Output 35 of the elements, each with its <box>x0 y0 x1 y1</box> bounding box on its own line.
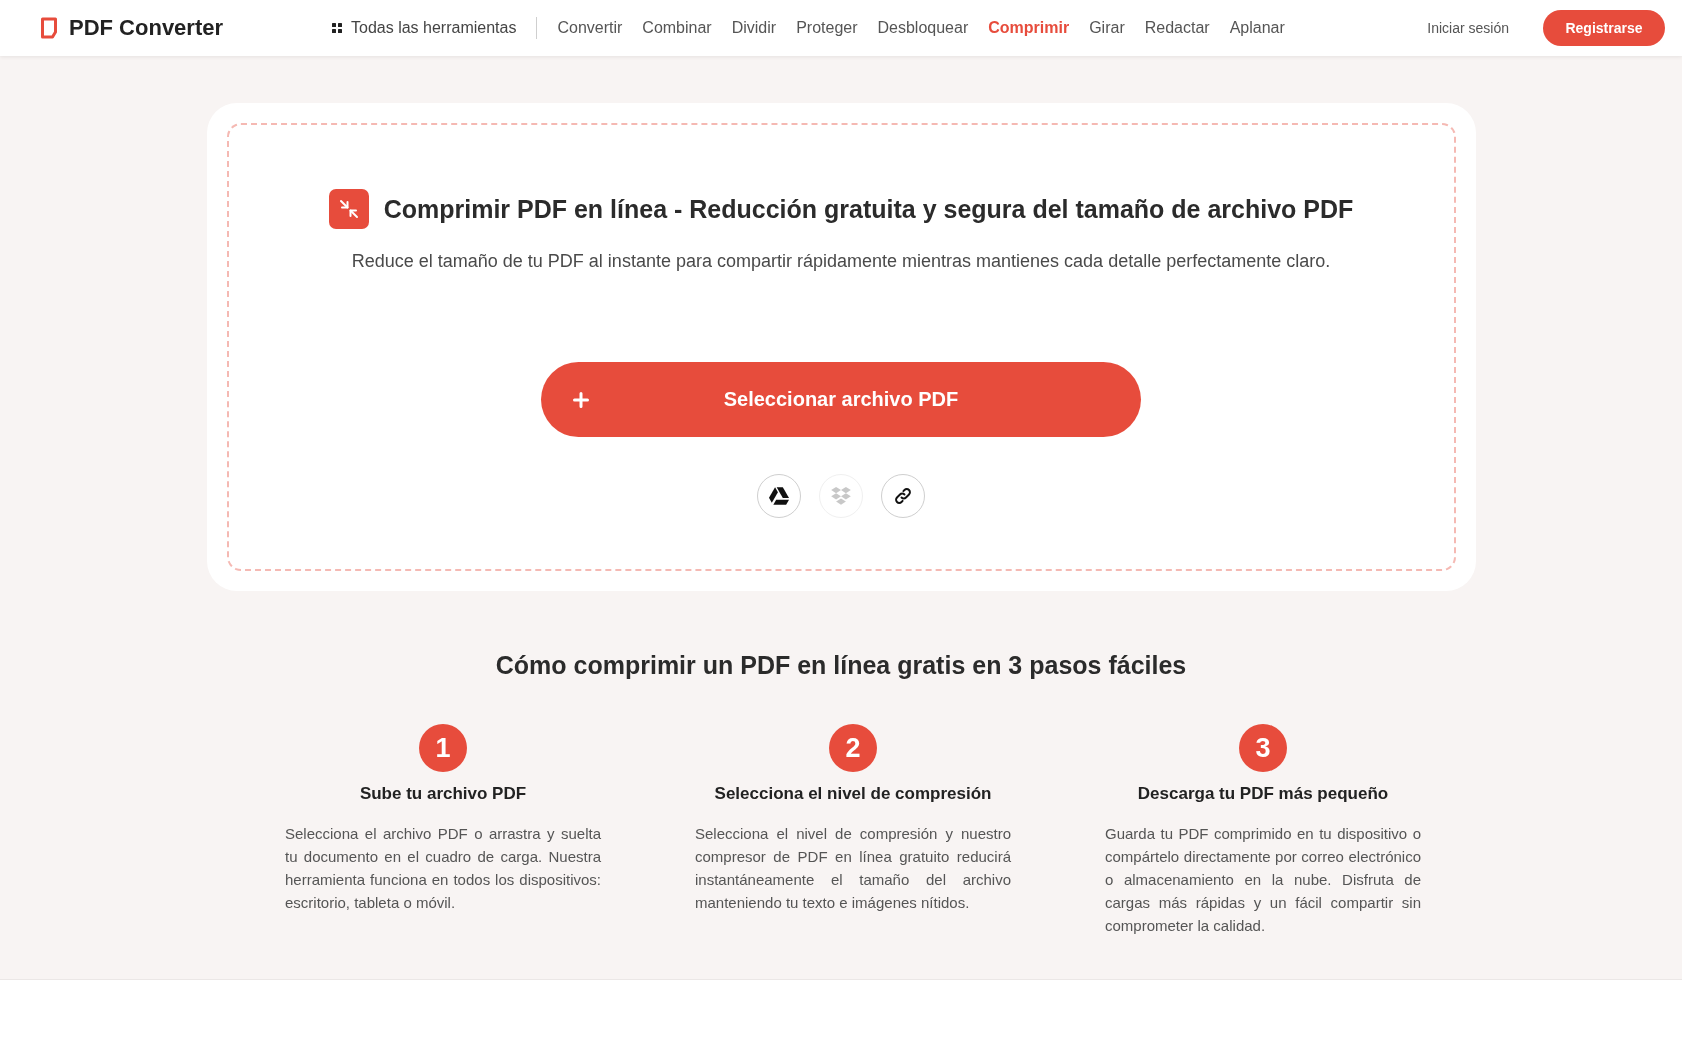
step-description: Selecciona el nivel de compresión y nuestro compresor de PDF en línea gratuito reducirá instantáneamente el tamaño del archivo manteniendo tu texto e imágenes nítidos. <box>695 824 1011 913</box>
step-number: 3 <box>1239 724 1287 772</box>
nav-link[interactable]: Proteger <box>796 19 858 37</box>
all-tools-link[interactable]: Todas las herramientas <box>332 19 517 37</box>
nav-link[interactable]: Aplanar <box>1229 19 1285 37</box>
page-title: Comprimir PDF en línea - Reducción gratuita y segura del tamaño de archivo PDF <box>383 194 1354 224</box>
login-link[interactable]: Iniciar sesión <box>1427 20 1509 36</box>
step-number: 1 <box>419 724 467 772</box>
link-icon <box>893 487 913 505</box>
select-file-button[interactable]: Seleccionar archivo PDF <box>541 362 1141 437</box>
signup-button[interactable]: Registrarse <box>1543 10 1665 46</box>
logo-icon <box>40 17 58 39</box>
step-number: 2 <box>829 724 877 772</box>
grid-icon <box>332 23 342 33</box>
nav-link[interactable]: Desbloquear <box>877 19 969 37</box>
step-description: Guarda tu PDF comprimido en tu dispositivo o compártelo directamente por correo electrónico o almacenamiento en la nube. Disfruta de cargas más rápidas y un fácil compartir sin comprometer la calidad. <box>1105 824 1421 936</box>
nav-link[interactable]: Dividir <box>731 19 777 37</box>
page-subtitle: Reduce el tamaño de tu PDF al instante para compartir rápidamente mientras mantienes cada detalle perfectamente claro. <box>351 251 1331 272</box>
nav-link[interactable]: Comprimir <box>988 19 1070 37</box>
steps-heading: Cómo comprimir un PDF en línea gratis en 3 pasos fáciles <box>494 651 1188 680</box>
step-description: Selecciona el archivo PDF o arrastra y suelta tu documento en el cuadro de carga. Nuestra herramienta funciona en todos los dispositivos: escritorio, tableta o móvil. <box>285 824 601 913</box>
compress-arrows-icon <box>328 189 369 229</box>
logo-link[interactable]: PDF Converter <box>69 15 224 41</box>
source-button[interactable] <box>881 474 925 518</box>
boxes-icon <box>831 487 851 505</box>
step-title: Selecciona el nivel de compresión <box>714 784 992 804</box>
plus-icon <box>573 391 589 408</box>
nav-link[interactable]: Redactar <box>1144 19 1210 37</box>
nav-link[interactable]: Girar <box>1089 19 1125 37</box>
source-button[interactable] <box>757 474 801 518</box>
nav-link[interactable]: Combinar <box>642 19 712 37</box>
triangle-logo-icon <box>769 487 789 505</box>
step-title: Descarga tu PDF más pequeño <box>1137 784 1389 804</box>
step-title: Sube tu archivo PDF <box>359 784 527 804</box>
nav-link[interactable]: Convertir <box>557 19 623 37</box>
